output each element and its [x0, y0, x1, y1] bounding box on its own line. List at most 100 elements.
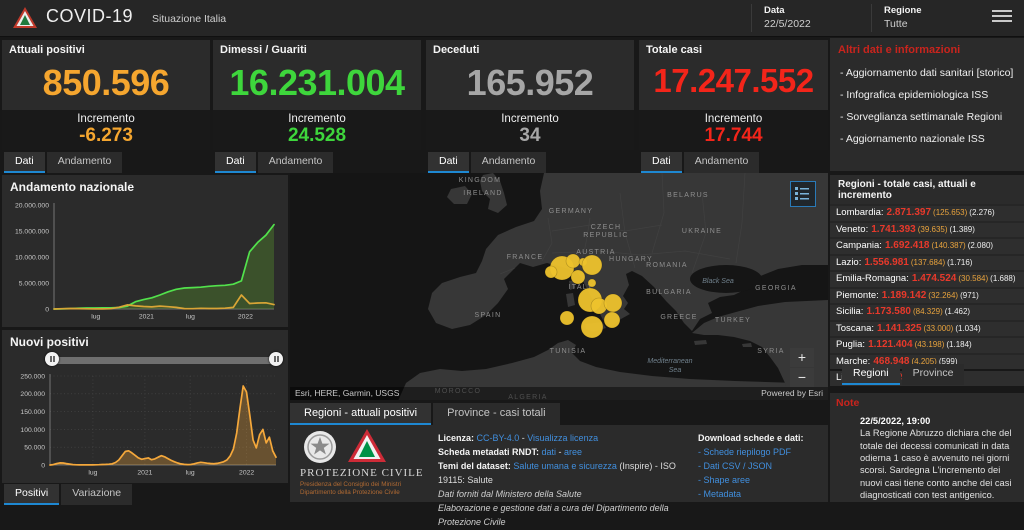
info-link-infografica[interactable]: - Infografica epidemiologica ISS [840, 89, 1016, 102]
region-actual: (84.329) [912, 307, 943, 316]
pc-logo-line2: Dipartimento della Protezione Civile [300, 489, 400, 496]
region-increment: (2.080) [967, 241, 994, 250]
region-bubble[interactable] [603, 293, 623, 313]
salute-umana-link[interactable]: Salute umana e sicurezza [513, 461, 617, 471]
region-bubble[interactable] [544, 265, 558, 279]
pc-logo-line1: Presidenza del Consiglio dei Ministri [300, 481, 402, 488]
legend-icon[interactable] [790, 181, 816, 207]
chart-panel-nuovi-positivi: Nuovi positivi 0 50.000 100.000 150.000 200.… [2, 330, 288, 483]
download-metadata-link[interactable]: - Metadata [698, 488, 823, 502]
note-title: Note [836, 397, 860, 409]
region-row-veneto[interactable]: Veneto: 1.741.393 (39.635) (1.389) [830, 222, 1024, 237]
protezione-civile-triangle-icon [348, 429, 386, 462]
time-range-slider[interactable] [45, 352, 283, 366]
stat-value: 16.231.004 [229, 62, 405, 103]
region-actual: (33.000) [923, 323, 954, 333]
slider-handle-right[interactable] [269, 352, 283, 366]
region-actual: (43.198) [914, 340, 945, 349]
visualizza-licenza-link[interactable]: Visualizza licenza [527, 433, 598, 443]
download-csv-json-link[interactable]: - Dati CSV / JSON [698, 460, 823, 474]
info-link-aggiornamento-iss[interactable]: - Aggiornamento nazionale ISS [840, 133, 1016, 146]
nuovi-positivi-chart[interactable]: 0 50.000 100.000 150.000 200.000 250.000 lug 20… [6, 372, 284, 478]
slider-handle-left[interactable] [45, 352, 59, 366]
note-timestamp: 22/5/2022, 19:00 [860, 416, 931, 426]
svg-text:0: 0 [45, 306, 49, 313]
slider-track[interactable] [50, 357, 278, 364]
svg-text:2021: 2021 [137, 470, 152, 477]
increment-label: Incremento [501, 113, 559, 125]
chart-title: Nuovi positivi [10, 335, 89, 349]
region-name: Emilia-Romagna: [836, 273, 909, 284]
tab-regioni[interactable]: Regioni [842, 364, 900, 385]
region-bubble[interactable] [581, 254, 603, 276]
download-shape-link[interactable]: - Shape aree [698, 474, 823, 488]
region-bubble[interactable] [603, 311, 621, 329]
sep: - [556, 446, 565, 457]
tab-dati[interactable]: Dati [641, 152, 682, 173]
europe-map[interactable]: KINGDOM IRELAND GERMANY CZECHREPUBLIC BELARU… [290, 173, 828, 400]
regione-label: Regione [884, 5, 922, 16]
region-increment: (1.462) [944, 307, 971, 316]
download-pdf-link[interactable]: - Schede riepilogo PDF [698, 446, 823, 460]
region-row-piemonte[interactable]: Piemonte: 1.189.142 (32.264) (971) [830, 288, 1024, 303]
region-bubble[interactable] [587, 278, 597, 288]
header-regione-selector[interactable]: Regione Tutte [871, 4, 980, 32]
tab-province[interactable]: Province [901, 364, 965, 385]
region-row-lazio[interactable]: Lazio: 1.556.981 (137.684) (1.716) [830, 255, 1024, 270]
tab-andamento[interactable]: Andamento [257, 152, 334, 173]
region-row-emilia-romagna[interactable]: Emilia-Romagna: 1.474.524 (30.584) (1.688) [830, 272, 1024, 287]
rndt-label: Scheda metadati RNDT: [438, 446, 542, 457]
region-row-lombardia[interactable]: Lombardia: 2.871.397 (125.653) (2.276) [830, 206, 1024, 221]
menu-icon[interactable] [992, 10, 1012, 24]
stat-label: Totale casi [646, 44, 703, 56]
region-row-sicilia[interactable]: Sicilia: 1.173.580 (84.329) (1.462) [830, 305, 1024, 320]
map-country-label: BELARUS [667, 192, 709, 199]
svg-text:lug: lug [91, 314, 100, 321]
header-data-selector[interactable]: Data 22/5/2022 [751, 4, 874, 32]
tab-dati[interactable]: Dati [428, 152, 469, 173]
svg-text:250.000: 250.000 [20, 373, 45, 380]
zoom-in-button[interactable]: + [790, 348, 814, 367]
regione-value: Tutte [884, 18, 908, 30]
svg-text:2022: 2022 [239, 470, 254, 477]
map-country-label: GREECE [660, 314, 697, 321]
stat-panel-deceduti: Deceduti 165.952 Incremento 34 [426, 40, 634, 150]
map-canvas[interactable]: KINGDOM IRELAND GERMANY CZECH REPUBLIC BELARU… [290, 173, 828, 400]
region-bubble[interactable] [570, 269, 586, 285]
stat-value: 165.952 [466, 62, 594, 103]
temi-label: Temi del dataset: [438, 460, 514, 471]
tab-regioni-attuali-positivi[interactable]: Regioni - attuali positivi [290, 403, 432, 425]
region-bubble[interactable] [580, 315, 604, 339]
rndt-dati-link[interactable]: dati [542, 447, 557, 457]
tab-province-casi-totali[interactable]: Province - casi totali [433, 403, 560, 425]
region-row-puglia[interactable]: Puglia: 1.121.404 (43.198) (1.184) [830, 338, 1024, 353]
region-bubble[interactable] [559, 310, 575, 326]
tab-andamento[interactable]: Andamento [470, 152, 547, 173]
regions-province-tabs: Regioni Province [842, 364, 965, 385]
tab-dati[interactable]: Dati [215, 152, 256, 173]
svg-text:lug: lug [186, 314, 195, 321]
increment-value: -6.273 [79, 125, 133, 146]
tab-dati[interactable]: Dati [4, 152, 45, 173]
svg-text:5.000.000: 5.000.000 [19, 280, 49, 287]
tab-andamento[interactable]: Andamento [46, 152, 123, 173]
region-increment: (1.688) [990, 274, 1016, 283]
increment-label: Incremento [704, 113, 763, 125]
info-link-dati-sanitari[interactable]: - Aggiornamento dati sanitari [storico] [840, 67, 1016, 80]
cc-by-link[interactable]: CC-BY-4.0 [477, 433, 520, 443]
tab-andamento[interactable]: Andamento [683, 152, 760, 173]
rndt-aree-link[interactable]: aree [564, 447, 582, 457]
license-row: Scheda metadati RNDT: dati - aree [438, 446, 698, 460]
license-block: Licenza: CC-BY-4.0 - Visualizza licenza … [438, 432, 698, 530]
app-header: COVID-19 Situazione Italia Data 22/5/202… [0, 0, 1024, 37]
info-link-sorveglianza[interactable]: - Sorveglianza settimanale Regioni [840, 111, 1016, 124]
region-row-toscana[interactable]: Toscana: 1.141.325 (33.000) (1.034) [830, 321, 1024, 336]
svg-text:0: 0 [41, 462, 45, 469]
andamento-nazionale-chart[interactable]: 0 5.000.000 10.000.000 15.000.000 20.000.000… [6, 197, 284, 323]
svg-text:2021: 2021 [139, 314, 154, 321]
region-bubble[interactable] [565, 253, 581, 269]
zoom-out-button[interactable]: − [790, 368, 814, 387]
footer-tabs: Regioni - attuali positivi Province - ca… [290, 403, 560, 425]
region-row-campania[interactable]: Campania: 1.692.418 (140.387) (2.080) [830, 239, 1024, 254]
svg-text:lug: lug [186, 470, 195, 477]
